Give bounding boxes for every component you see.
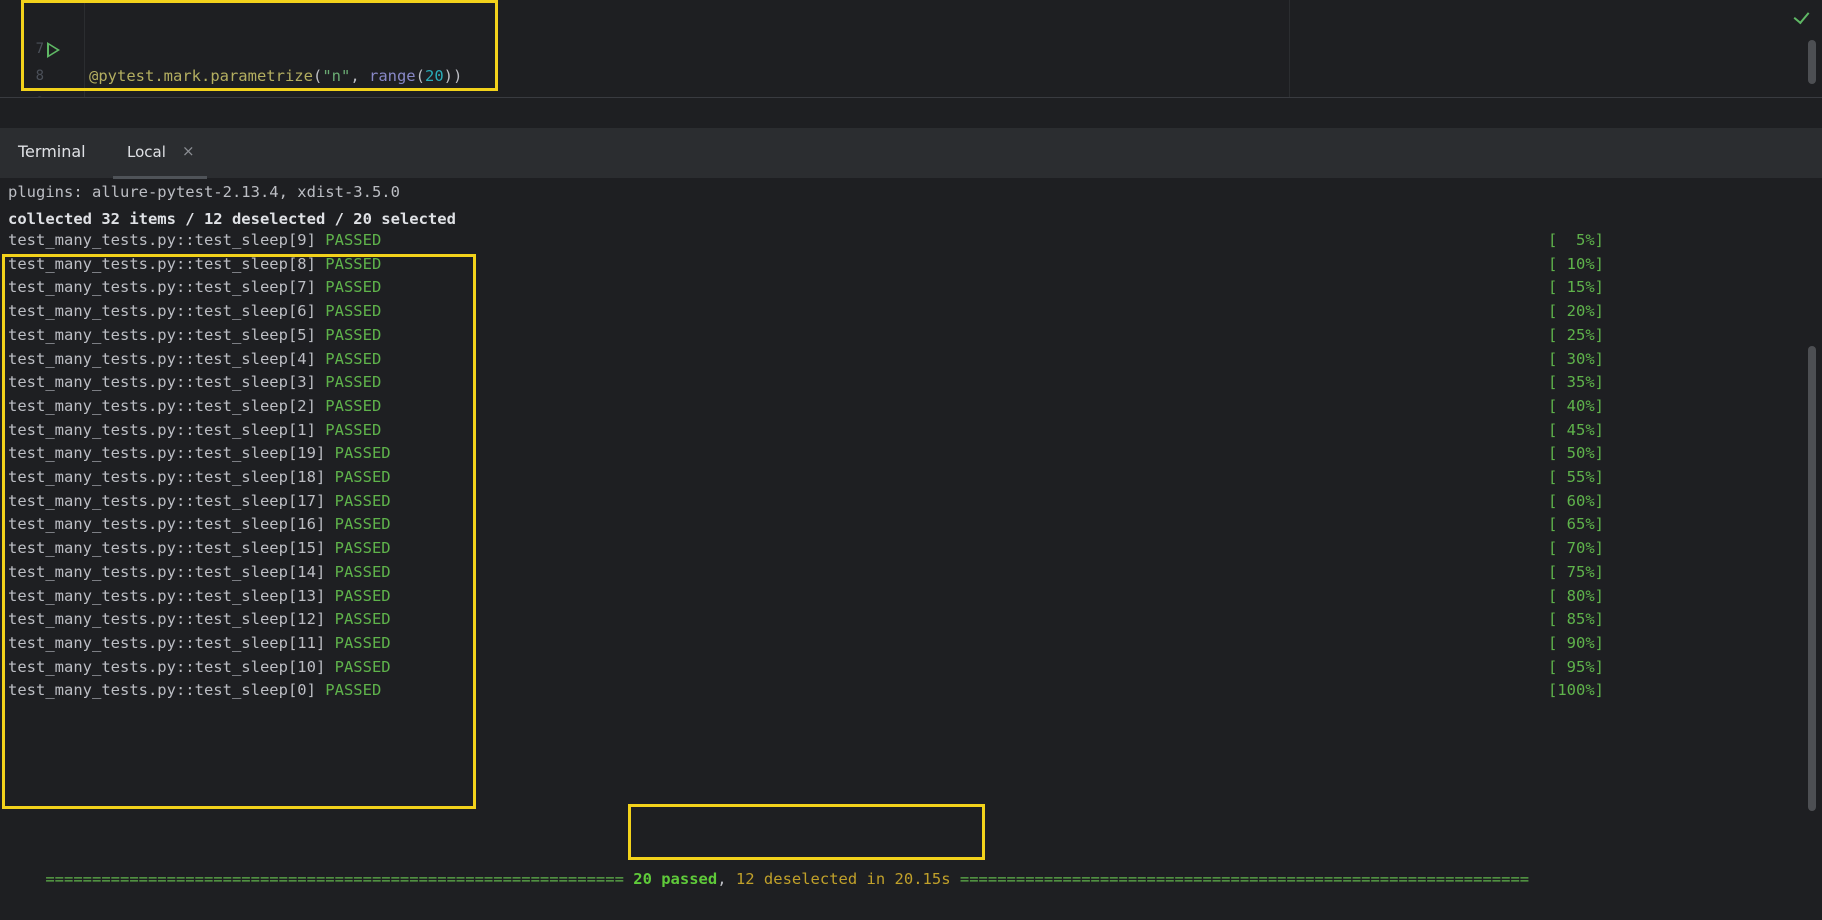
test-result-row: test_many_tests.py::test_sleep[0] PASSED bbox=[8, 677, 381, 704]
test-name: test_many_tests.py::test_sleep[17] bbox=[8, 491, 326, 510]
code-line-8[interactable]: 8 def test_sleep(n): bbox=[0, 36, 1289, 139]
test-name: test_many_tests.py::test_sleep[0] bbox=[8, 681, 316, 700]
test-name: test_many_tests.py::test_sleep[19] bbox=[8, 444, 326, 463]
test-status: PASSED bbox=[325, 349, 382, 368]
test-name: test_many_tests.py::test_sleep[3] bbox=[8, 373, 316, 392]
test-name: test_many_tests.py::test_sleep[12] bbox=[8, 610, 326, 629]
test-name: test_many_tests.py::test_sleep[13] bbox=[8, 586, 326, 605]
test-progress-percent: [100%] bbox=[1548, 681, 1604, 700]
test-name: test_many_tests.py::test_sleep[1] bbox=[8, 420, 316, 439]
test-status: PASSED bbox=[334, 444, 391, 463]
test-name: test_many_tests.py::test_sleep[11] bbox=[8, 633, 326, 652]
close-icon[interactable]: × bbox=[182, 142, 195, 160]
code-line-9[interactable]: 9 time.sleep(1) bbox=[0, 63, 1289, 139]
test-name: test_many_tests.py::test_sleep[5] bbox=[8, 325, 316, 344]
test-status: PASSED bbox=[334, 586, 391, 605]
test-status: PASSED bbox=[325, 278, 382, 297]
test-status: PASSED bbox=[334, 633, 391, 652]
test-status: PASSED bbox=[325, 254, 382, 273]
test-name: test_many_tests.py::test_sleep[6] bbox=[8, 302, 316, 321]
plugins-line: plugins: allure-pytest-2.13.4, xdist-3.5… bbox=[8, 183, 400, 201]
panel-divider[interactable] bbox=[0, 97, 1822, 128]
terminal-header: Terminal Local × bbox=[0, 128, 1822, 179]
test-name: test_many_tests.py::test_sleep[10] bbox=[8, 657, 326, 676]
test-status: PASSED bbox=[334, 657, 391, 676]
test-status: PASSED bbox=[334, 539, 391, 558]
test-name: test_many_tests.py::test_sleep[8] bbox=[8, 254, 316, 273]
tab-local[interactable]: Local × bbox=[113, 128, 207, 179]
check-icon[interactable] bbox=[1793, 7, 1810, 25]
terminal-output[interactable]: plugins: allure-pytest-2.13.4, xdist-3.5… bbox=[0, 179, 1822, 888]
terminal-scrollbar[interactable] bbox=[1808, 346, 1816, 811]
test-status: PASSED bbox=[334, 562, 391, 581]
tab-label: Local bbox=[127, 143, 166, 161]
summary-rule-right: ========================================… bbox=[950, 870, 1530, 888]
test-status: PASSED bbox=[325, 325, 382, 344]
editor-scrollbar[interactable] bbox=[1808, 40, 1816, 84]
test-status: PASSED bbox=[334, 468, 391, 486]
test-name: test_many_tests.py::test_sleep[18] bbox=[8, 468, 326, 486]
test-status: PASSED bbox=[334, 491, 391, 510]
summary-comma: , bbox=[717, 870, 736, 888]
terminal-title: Terminal bbox=[18, 142, 86, 161]
test-status: PASSED bbox=[334, 610, 391, 629]
test-name: test_many_tests.py::test_sleep[7] bbox=[8, 278, 316, 297]
code-editor[interactable]: 7 @pytest.mark.parametrize("n", range(20… bbox=[0, 0, 1822, 139]
test-status: PASSED bbox=[325, 396, 382, 415]
test-name: test_many_tests.py::test_sleep[16] bbox=[8, 515, 326, 534]
test-name: test_many_tests.py::test_sleep[4] bbox=[8, 349, 316, 368]
test-status: PASSED bbox=[325, 681, 382, 700]
test-status: PASSED bbox=[325, 302, 382, 321]
test-name: test_many_tests.py::test_sleep[14] bbox=[8, 562, 326, 581]
test-status: PASSED bbox=[325, 420, 382, 439]
test-name: test_many_tests.py::test_sleep[9] bbox=[8, 231, 316, 249]
summary-passed: 20 passed bbox=[633, 870, 718, 888]
test-name: test_many_tests.py::test_sleep[2] bbox=[8, 396, 316, 415]
code-line-7[interactable]: 7 @pytest.mark.parametrize("n", range(20… bbox=[0, 9, 1289, 85]
test-status: PASSED bbox=[325, 231, 382, 249]
test-name: test_many_tests.py::test_sleep[15] bbox=[8, 539, 326, 558]
summary-line: ========================================… bbox=[8, 839, 1529, 888]
editor-right-margin bbox=[1289, 0, 1290, 97]
test-status: PASSED bbox=[325, 373, 382, 392]
run-triangle-icon[interactable] bbox=[47, 42, 60, 58]
test-status: PASSED bbox=[334, 515, 391, 534]
summary-deselected: 12 deselected in 20.15s bbox=[735, 870, 951, 888]
summary-rule-left: ========================================… bbox=[45, 870, 634, 888]
